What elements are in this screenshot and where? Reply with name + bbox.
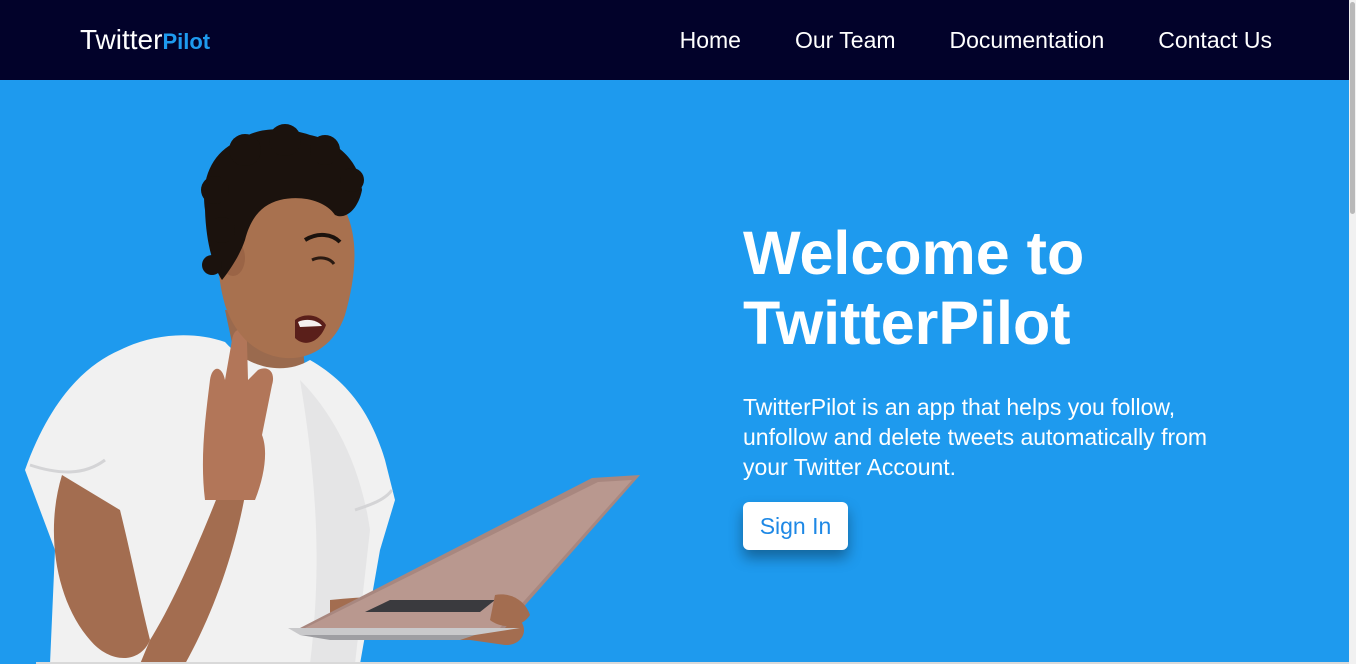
hero-description: TwitterPilot is an app that helps you fo…: [743, 394, 1208, 480]
hero-section: Welcome to TwitterPilot TwitterPilot is …: [0, 80, 1349, 664]
nav-link-our-team[interactable]: Our Team: [795, 26, 896, 54]
nav-link-home[interactable]: Home: [680, 26, 741, 54]
hero-title: Welcome to TwitterPilot: [743, 218, 1213, 358]
hero-text-block: Welcome to TwitterPilot TwitterPilot is …: [743, 218, 1213, 482]
nav-link-documentation[interactable]: Documentation: [950, 26, 1105, 54]
brand-name-accent: Pilot: [162, 29, 211, 54]
scrollbar-thumb[interactable]: [1350, 2, 1355, 214]
nav-links: Home Our Team Documentation Contact Us: [680, 26, 1272, 54]
brand-logo[interactable]: TwitterPilot: [80, 22, 210, 60]
nav-link-contact-us[interactable]: Contact Us: [1158, 26, 1272, 54]
sign-in-button[interactable]: Sign In: [743, 502, 848, 550]
vertical-scrollbar[interactable]: [1349, 0, 1356, 664]
hero-title-line-1: Welcome to: [743, 219, 1085, 287]
hero-title-line-2: TwitterPilot: [743, 289, 1071, 357]
hero-illustration: [25, 124, 640, 664]
brand-name-main: Twitter: [80, 24, 163, 55]
page: TwitterPilot Home Our Team Documentation…: [0, 0, 1356, 664]
top-navbar: TwitterPilot Home Our Team Documentation…: [0, 0, 1349, 80]
